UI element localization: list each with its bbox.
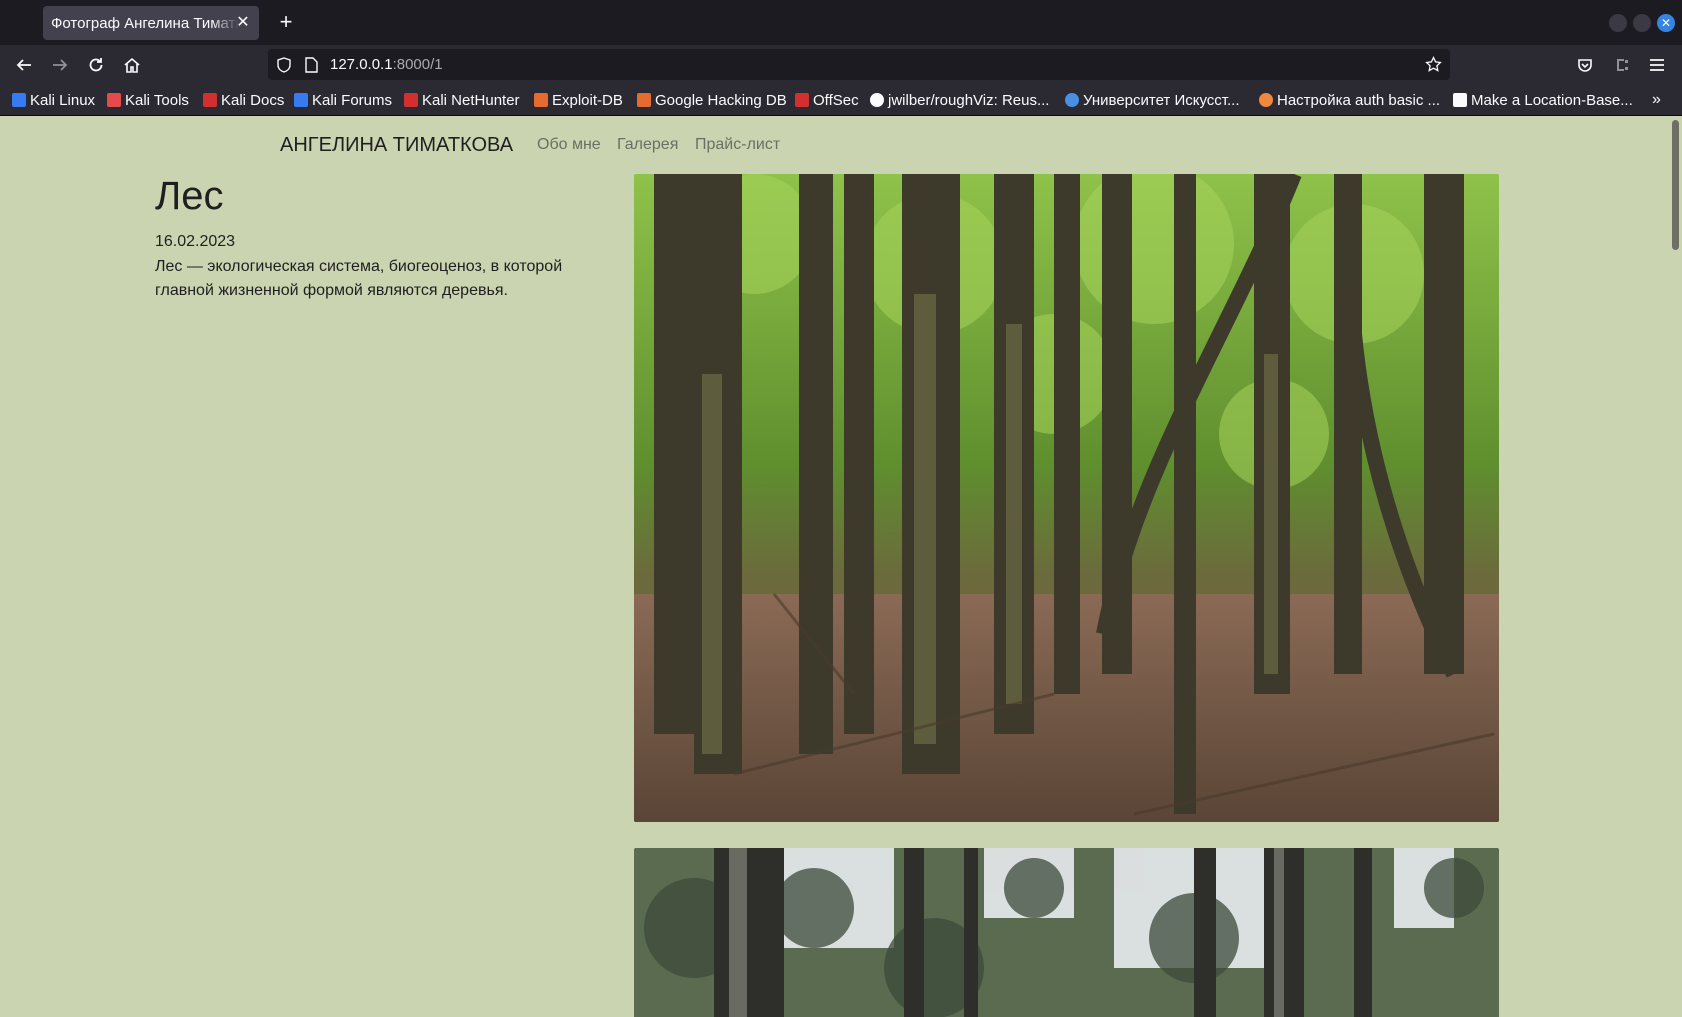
minimize-icon[interactable]: [1609, 14, 1627, 32]
extension-icon[interactable]: [1609, 53, 1633, 77]
pocket-icon[interactable]: [1573, 53, 1597, 77]
exploit-db-icon: [534, 93, 548, 107]
nav-link-about[interactable]: Обо мне: [537, 136, 601, 154]
university-icon: [1065, 93, 1079, 107]
back-icon[interactable]: [12, 53, 36, 77]
kali-docs-icon: [203, 93, 217, 107]
post-description: Лес — экологическая система, биогеоценоз…: [155, 258, 563, 299]
forward-icon[interactable]: [48, 53, 72, 77]
bookmark-star-icon[interactable]: [1425, 55, 1442, 78]
bookmark-item[interactable]: Make a Location-Base...: [1453, 91, 1633, 109]
browser-tab[interactable]: Фотограф Ангелина Тиматкова ✕: [43, 6, 259, 40]
ghdb-icon: [637, 93, 651, 107]
page-icon: [304, 56, 324, 73]
new-tab-icon[interactable]: +: [276, 11, 296, 33]
post-date: 16.02.2023: [155, 233, 236, 250]
bookmark-item[interactable]: Exploit-DB: [534, 91, 623, 109]
forest-photo: [634, 174, 1499, 822]
url-path: :8000/1: [392, 55, 443, 73]
offsec-icon: [795, 93, 809, 107]
url-bar[interactable]: 127.0.0.1:8000/1: [268, 49, 1450, 80]
kali-tools-icon: [107, 93, 121, 107]
bookmark-item[interactable]: Google Hacking DB: [637, 91, 787, 109]
bookmarks-toolbar: Kali Linux Kali Tools Kali Docs Kali For…: [0, 85, 1682, 116]
site-brand[interactable]: АНГЕЛИНА ТИМАТКОВА: [280, 134, 513, 157]
navigation-bar: 127.0.0.1:8000/1: [0, 45, 1682, 85]
bookmark-item[interactable]: Настройка auth basic ...: [1259, 91, 1440, 109]
menu-icon[interactable]: [1645, 53, 1669, 77]
bookmark-item[interactable]: Kali Forums: [294, 91, 392, 109]
github-icon: [870, 93, 884, 107]
home-icon[interactable]: [120, 53, 144, 77]
post-title: Лес: [155, 174, 224, 218]
scrollbar-thumb[interactable]: [1672, 120, 1679, 250]
bookmark-item[interactable]: Kali NetHunter: [404, 91, 520, 109]
nav-link-pricelist[interactable]: Прайс-лист: [695, 136, 780, 154]
close-window-icon[interactable]: ✕: [1657, 14, 1675, 32]
tab-close-icon[interactable]: ✕: [233, 13, 253, 33]
page-scrollbar[interactable]: [1668, 116, 1682, 1017]
kali-icon: [12, 93, 26, 107]
bookmark-item[interactable]: OffSec: [795, 91, 859, 109]
bookmark-item[interactable]: Kali Tools: [107, 91, 189, 109]
kali-forums-icon: [294, 93, 308, 107]
forest-photo-2: [634, 848, 1499, 1017]
auth-basic-icon: [1259, 93, 1273, 107]
reload-icon[interactable]: [84, 53, 108, 77]
page-content: АНГЕЛИНА ТИМАТКОВА Обо мне Галерея Прайс…: [0, 116, 1682, 1017]
maximize-icon[interactable]: [1633, 14, 1651, 32]
nav-link-gallery[interactable]: Галерея: [617, 136, 678, 154]
bookmark-item[interactable]: Kali Linux: [12, 91, 95, 109]
more-bookmarks-icon[interactable]: »: [1652, 91, 1661, 109]
bookmark-item[interactable]: Kali Docs: [203, 91, 284, 109]
puzzle-icon: [1453, 93, 1467, 107]
tab-strip: Фотограф Ангелина Тиматкова ✕ + ✕: [0, 0, 1682, 45]
tab-title: Фотограф Ангелина Тиматкова: [51, 14, 239, 32]
shield-icon[interactable]: [276, 56, 296, 73]
nethunter-icon: [404, 93, 418, 107]
bookmark-item[interactable]: Университет Искусст...: [1065, 91, 1240, 109]
bookmark-item[interactable]: jwilber/roughViz: Reus...: [870, 91, 1049, 109]
url-host: 127.0.0.1: [330, 55, 393, 73]
